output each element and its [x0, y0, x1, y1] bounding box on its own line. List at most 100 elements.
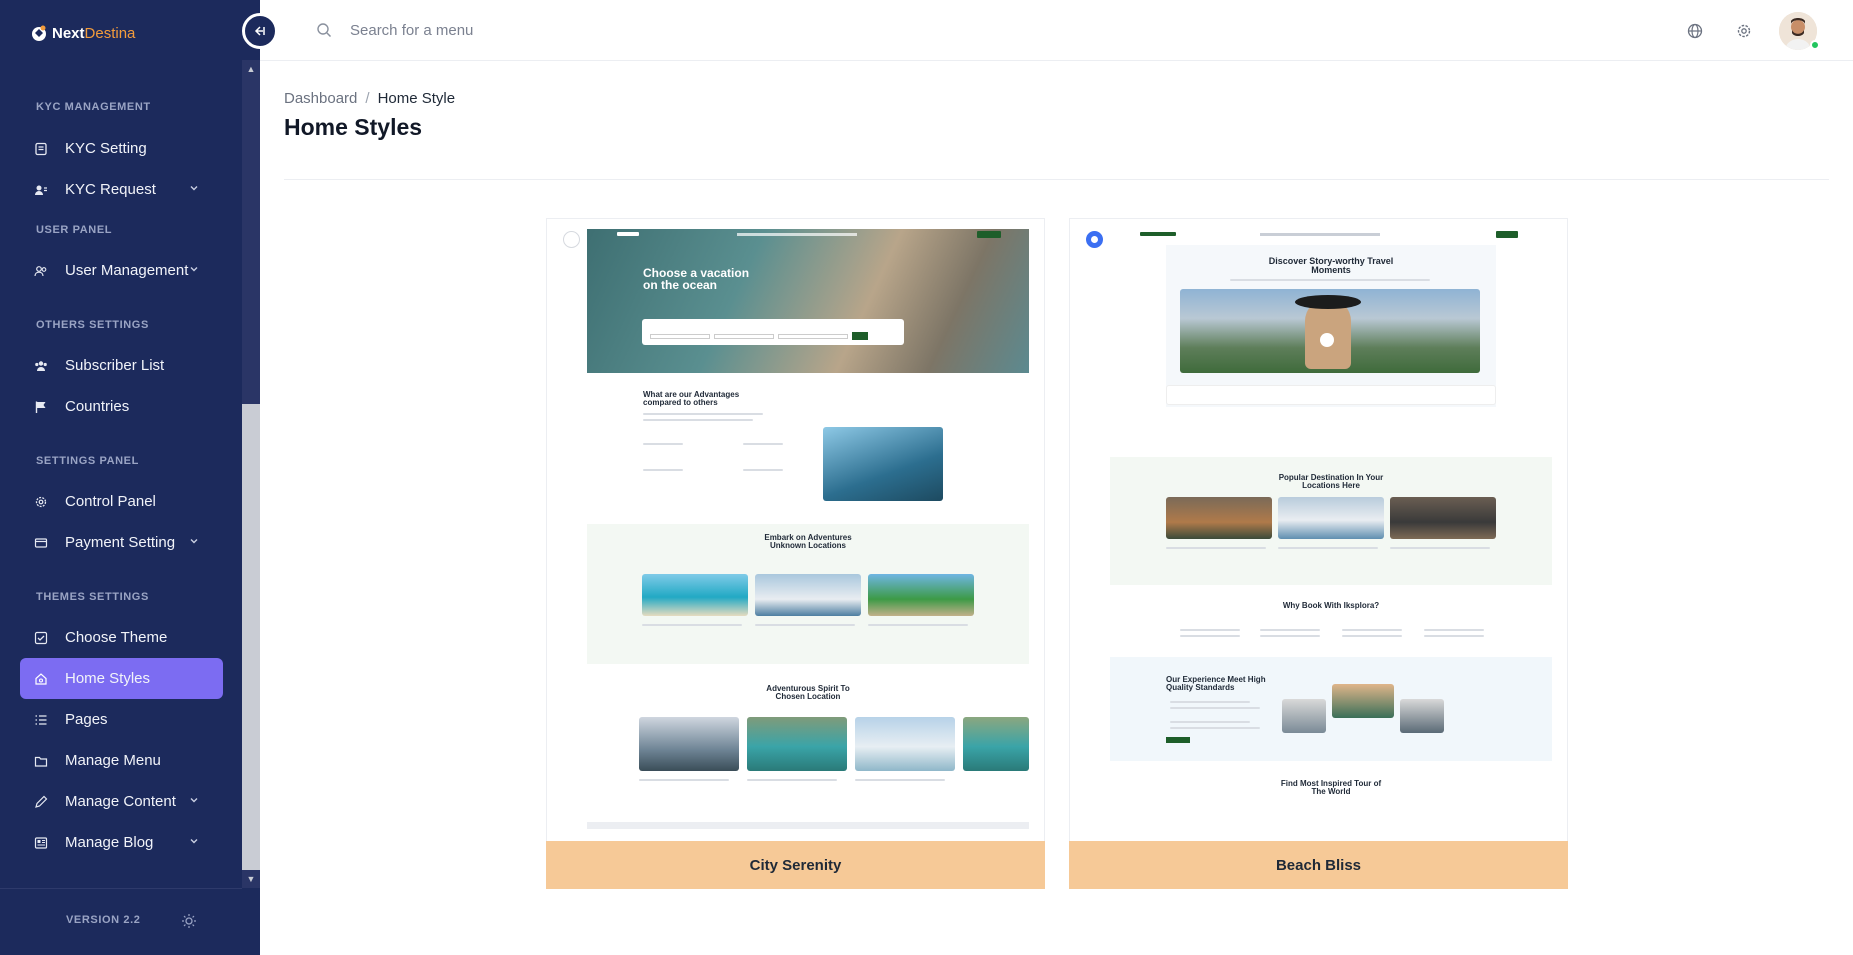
sidebar-item-label: Manage Menu [65, 752, 161, 769]
breadcrumb-separator: / [365, 90, 370, 107]
sidebar-item-choose-theme[interactable]: Choose Theme [0, 617, 242, 658]
breadcrumb: Dashboard / Home Style [284, 90, 455, 107]
home-icon [34, 672, 48, 686]
preview-gallery-3 [855, 717, 955, 771]
sidebar-item-home-styles[interactable]: Home Styles [20, 658, 223, 699]
preview-heading-4b: The World [1311, 787, 1351, 796]
search-input[interactable] [350, 17, 750, 43]
sun-icon[interactable] [181, 913, 197, 929]
section-title-kyc: KYC MANAGEMENT [36, 101, 151, 113]
theme-preview-image: Choose a vacation on the ocean What are … [587, 229, 1029, 829]
online-status-dot [1810, 40, 1820, 50]
globe-icon[interactable] [1686, 22, 1704, 40]
preview-hero-image [1180, 289, 1480, 373]
preview-hero: Choose a vacation on the ocean [587, 229, 1029, 373]
logo-icon [32, 25, 46, 41]
sidebar-item-label: Manage Content [65, 793, 176, 810]
preview-heading-3b: Quality Standards [1166, 683, 1235, 692]
section-title-user-panel: USER PANEL [36, 224, 113, 236]
sidebar-item-kyc-request[interactable]: KYC Request [0, 169, 242, 210]
theme-radio-selected[interactable] [1086, 231, 1103, 248]
document-icon [34, 142, 48, 156]
preview-card-image-1 [642, 574, 748, 616]
gear-icon [34, 495, 48, 509]
gear-icon[interactable] [1735, 22, 1753, 40]
scroll-down-arrow-icon[interactable]: ▼ [246, 874, 256, 884]
theme-card-city-serenity[interactable]: Choose a vacation on the ocean What are … [546, 218, 1045, 889]
preview-search-box [642, 319, 904, 345]
sidebar-item-manage-blog[interactable]: Manage Blog [0, 822, 242, 863]
chevron-down-icon[interactable] [188, 835, 200, 847]
users-icon [34, 264, 48, 278]
theme-card-label[interactable]: Beach Bliss [1069, 841, 1568, 889]
sidebar-item-control-panel[interactable]: Control Panel [0, 481, 242, 522]
brand-logo[interactable]: Next Destina [30, 20, 135, 46]
scrollbar-thumb[interactable] [242, 404, 260, 870]
card-icon [34, 536, 48, 550]
preview-heading-1b: compared to others [643, 398, 718, 407]
sidebar-item-subscriber-list[interactable]: Subscriber List [0, 345, 242, 386]
collapse-arrow-icon [254, 26, 265, 36]
pencil-icon [34, 795, 48, 809]
header-divider [284, 179, 1829, 180]
preview-heading-3b: Chosen Location [775, 692, 841, 701]
theme-card-label[interactable]: City Serenity [546, 841, 1045, 889]
version-label: VERSION 2.2 [66, 914, 141, 926]
sidebar-item-label: User Management [65, 262, 189, 279]
breadcrumb-current: Home Style [377, 90, 456, 107]
sidebar-item-countries[interactable]: Countries [0, 386, 242, 427]
theme-card-beach-bliss[interactable]: Discover Story-worthy Travel Moments Pop… [1069, 218, 1568, 889]
sidebar: Next Destina KYC MANAGEMENT KYC Setting K… [0, 0, 260, 955]
sidebar-menu: KYC MANAGEMENT KYC Setting KYC Request U… [0, 86, 242, 863]
brand-name-part1: Next [52, 24, 85, 42]
chevron-down-icon[interactable] [188, 535, 200, 547]
sidebar-item-label: Subscriber List [65, 357, 165, 374]
preview-card-image-3 [1390, 497, 1496, 539]
search-icon [317, 23, 332, 38]
section-title-others-settings: OTHERS SETTINGS [36, 319, 149, 331]
sidebar-footer-divider [0, 888, 242, 889]
sidebar-scrollbar[interactable]: ▲ ▼ [242, 60, 260, 888]
sidebar-item-label: Manage Blog [65, 834, 154, 851]
preview-gallery-1 [639, 717, 739, 771]
breadcrumb-root-link[interactable]: Dashboard [284, 90, 357, 107]
preview-hero-title-2: on the ocean [643, 278, 718, 292]
theme-radio[interactable] [563, 231, 580, 248]
newspaper-icon [34, 836, 48, 850]
preview-card-image-1 [1166, 497, 1272, 539]
sidebar-item-payment-setting[interactable]: Payment Setting [0, 522, 242, 563]
preview-heading-2a: Why Book With Iksplora? [1282, 601, 1380, 610]
sidebar-item-label: Choose Theme [65, 629, 168, 646]
chevron-down-icon[interactable] [188, 182, 200, 194]
preview-card-image-3 [868, 574, 974, 616]
preview-section-3 [1110, 657, 1552, 761]
user-card-icon [34, 183, 48, 197]
sidebar-item-label: Control Panel [65, 493, 156, 510]
collapse-sidebar-button[interactable] [242, 13, 278, 49]
topbar [260, 0, 1853, 61]
preview-heading-2b: Unknown Locations [770, 541, 846, 550]
chevron-down-icon[interactable] [188, 263, 200, 275]
chevron-down-icon[interactable] [188, 794, 200, 806]
preview-hero-title-2: Moments [1311, 265, 1351, 275]
section-title-themes-settings: THEMES SETTINGS [36, 591, 149, 603]
brand-name-part2: Destina [84, 24, 136, 42]
preview-heading-1b: Locations Here [1302, 481, 1360, 490]
sidebar-item-pages[interactable]: Pages [0, 699, 242, 740]
check-square-icon [34, 631, 48, 645]
sidebar-item-label: KYC Setting [65, 140, 147, 157]
sidebar-item-label: Home Styles [65, 670, 151, 687]
sidebar-item-manage-menu[interactable]: Manage Menu [0, 740, 242, 781]
scroll-up-arrow-icon[interactable]: ▲ [246, 64, 256, 74]
preview-gallery-4 [963, 717, 1029, 771]
preview-nav [587, 229, 1029, 241]
page-title: Home Styles [284, 114, 423, 140]
preview-boat-image [823, 427, 943, 501]
sidebar-item-label: Pages [65, 711, 108, 728]
sidebar-item-manage-content[interactable]: Manage Content [0, 781, 242, 822]
flag-icon [34, 400, 48, 414]
sidebar-item-kyc-setting[interactable]: KYC Setting [0, 128, 242, 169]
list-icon [34, 713, 48, 727]
sidebar-item-user-management[interactable]: User Management [0, 250, 242, 291]
sidebar-item-label: KYC Request [65, 181, 156, 198]
